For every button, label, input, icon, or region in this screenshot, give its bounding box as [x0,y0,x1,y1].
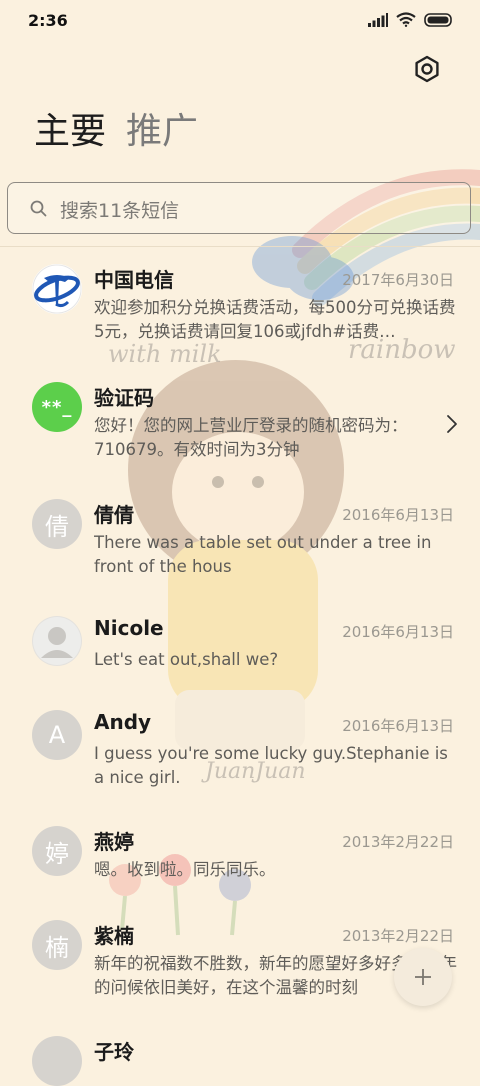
telecom-logo-icon [32,264,82,314]
chevron-right-icon [447,415,457,433]
conversation-name: 紫楠 [94,924,134,948]
settings-button[interactable] [412,54,442,84]
conversation-preview: 您好！您的网上营业厅登录的随机密码为：710679。有效时间为3分钟 [94,416,408,459]
tab-bar: 主要 推广 [34,108,198,156]
search-placeholder: 搜索11条短信 [60,200,180,222]
conversation-item[interactable]: A Andy 2016年6月13日 I guess you're some lu… [0,696,480,812]
conversation-item[interactable]: **_ 验证码 您好！您的网上营业厅登录的随机密码为：710679。有效时间为3… [0,368,480,485]
contact-photo-avatar [32,616,82,666]
conversation-preview: There was a table set out under a tree i… [94,533,432,576]
person-icon [33,617,81,665]
conversation-date: 2016年6月13日 [342,623,454,641]
initial-avatar: 楠 [32,920,82,970]
initial-avatar: A [32,710,82,760]
conversation-date: 2016年6月13日 [342,506,454,524]
plus-icon [415,969,431,985]
conversation-name: Nicole [94,616,164,640]
battery-icon [424,12,452,27]
status-time: 2:36 [28,11,68,30]
telecom-logo-avatar [32,264,82,314]
search-icon [30,200,47,217]
header-divider [0,246,480,247]
conversation-item[interactable]: 婷 燕婷 2013年2月22日 嗯。收到啦。同乐同乐。 [0,812,480,906]
status-bar: 2:36 [0,0,480,40]
tab-primary[interactable]: 主要 [34,108,106,156]
conversation-date: 2017年6月30日 [342,271,454,289]
conversation-date: 2013年2月22日 [342,927,454,945]
conversation-name: Andy [94,710,152,734]
initial-avatar [32,1036,82,1086]
new-message-button[interactable] [394,948,452,1006]
conversation-item[interactable]: 倩 倩倩 2016年6月13日 There was a table set ou… [0,485,480,602]
signal-icon [368,12,388,27]
conversation-preview: Let's eat out,shall we? [94,650,279,669]
conversation-item[interactable]: Nicole 2016年6月13日 Let's eat out,shall we… [0,602,480,696]
initial-avatar: 倩 [32,499,82,549]
conversation-preview: I guess you're some lucky guy.Stephanie … [94,744,448,787]
status-icons [368,12,454,27]
conversation-preview: 嗯。收到啦。同乐同乐。 [94,860,276,879]
conversation-item[interactable]: 子玲 [0,1022,480,1086]
gear-icon [415,55,439,83]
conversation-date: 2013年2月22日 [342,833,454,851]
conversation-item[interactable]: 中国电信 2017年6月30日 欢迎参加积分兑换话费活动，每500分可兑换话费5… [0,250,480,368]
search-input[interactable]: 搜索11条短信 [7,182,471,234]
conversation-name: 子玲 [94,1040,134,1064]
conversation-name: 中国电信 [94,268,174,292]
verification-avatar: **_ [32,382,82,432]
wifi-icon [396,12,416,27]
tab-promotions[interactable]: 推广 [126,108,198,156]
conversation-name: 燕婷 [94,830,134,854]
conversation-name: 验证码 [94,386,154,410]
conversation-date: 2016年6月13日 [342,717,454,735]
conversation-preview: 欢迎参加积分兑换话费活动，每500分可兑换话费5元，兑换话费请回复106或jfd… [94,298,456,341]
conversation-name: 倩倩 [94,503,134,527]
initial-avatar: 婷 [32,826,82,876]
